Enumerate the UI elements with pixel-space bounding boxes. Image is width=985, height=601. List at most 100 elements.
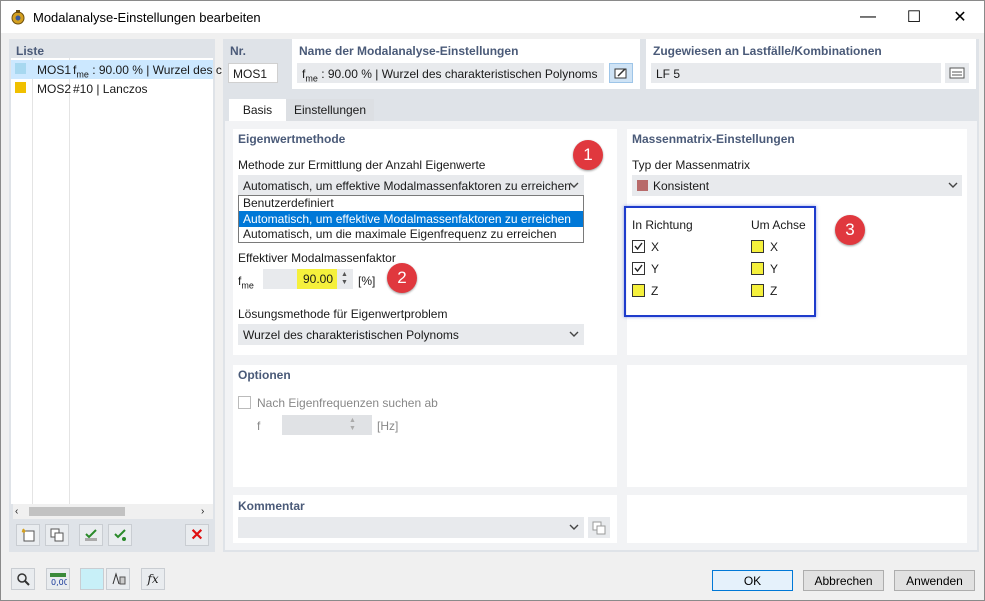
method-dropdown[interactable]: Automatisch, um effektive Modalmassenfak…	[238, 175, 584, 196]
dir-z-checkbox[interactable]	[632, 284, 645, 297]
delete-icon[interactable]: ✕	[185, 524, 209, 546]
color-icon[interactable]	[80, 568, 104, 590]
mass-type-dropdown[interactable]: Konsistent	[632, 175, 962, 196]
name-label: Name der Modalanalyse-Einstellungen	[299, 44, 519, 58]
callout-badge-3: 3	[835, 215, 865, 245]
axis-y-checkbox[interactable]	[751, 262, 764, 275]
chevron-down-icon	[948, 179, 958, 193]
nr-field: MOS1	[228, 63, 278, 83]
eigen-title: Eigenwertmethode	[238, 132, 346, 146]
factor-unit: [%]	[358, 274, 376, 288]
scroll-left-icon[interactable]: ‹	[15, 506, 18, 517]
search-freq-label: Nach Eigenfrequenzen suchen ab	[257, 396, 438, 410]
horizontal-scrollbar[interactable]: ‹ ›	[13, 504, 213, 519]
mass-type-value: Konsistent	[653, 179, 710, 193]
axis-z-checkbox[interactable]	[751, 284, 764, 297]
nr-value: MOS1	[233, 67, 268, 81]
name-value: fme : 90.00 % | Wurzel des charakteristi…	[302, 67, 598, 84]
cancel-button[interactable]: Abbrechen	[803, 570, 884, 591]
mass-type-swatch	[637, 180, 648, 191]
check-selected-icon[interactable]	[108, 524, 132, 546]
tab-basis[interactable]: Basis	[229, 99, 286, 121]
list-box	[11, 58, 213, 504]
list-header: Liste	[16, 44, 45, 58]
chevron-down-icon	[569, 521, 579, 535]
apply-button[interactable]: Anwenden	[894, 570, 975, 591]
close-button[interactable]: ✕	[937, 1, 983, 33]
option-modalmassen[interactable]: Automatisch, um effektive Modalmassenfak…	[239, 211, 583, 227]
number-format-icon[interactable]: 0,00	[46, 568, 70, 590]
axis-z-label: Z	[770, 284, 778, 298]
solution-label: Lösungsmethode für Eigenwertproblem	[238, 307, 448, 321]
minimize-button[interactable]: —	[845, 1, 891, 33]
f-label: f	[257, 419, 261, 433]
list-item-desc: fme : 90.00 % | Wurzel des c	[73, 63, 222, 80]
method-options-list: Benutzerdefiniert Automatisch, um effekt…	[238, 195, 584, 243]
method-label: Methode zur Ermittlung der Anzahl Eigenw…	[238, 158, 486, 172]
option-benutzerdefiniert[interactable]: Benutzerdefiniert	[239, 196, 583, 211]
copy-item-icon[interactable]	[45, 524, 69, 546]
f-unit: [Hz]	[377, 419, 399, 433]
dir-x-checkbox[interactable]	[632, 240, 645, 253]
units-icon[interactable]	[106, 568, 130, 590]
solution-value: Wurzel des charakteristischen Polynoms	[243, 328, 459, 342]
comment-title: Kommentar	[238, 499, 305, 513]
callout-badge-1: 1	[573, 140, 603, 170]
method-value: Automatisch, um effektive Modalmassenfak…	[243, 179, 571, 193]
ok-button[interactable]: OK	[712, 570, 793, 591]
options-title: Optionen	[238, 368, 291, 382]
check-all-icon[interactable]	[79, 524, 103, 546]
new-item-icon[interactable]	[16, 524, 40, 546]
mass-title: Massenmatrix-Einstellungen	[632, 132, 795, 146]
assigned-field[interactable]: LF 5	[651, 63, 941, 83]
search-freq-checkbox[interactable]	[238, 396, 251, 409]
factor-value: 90.00	[297, 269, 337, 289]
dir-x-label: X	[651, 240, 660, 254]
maximize-button[interactable]: ☐	[891, 1, 937, 33]
list-item[interactable]: MOS2 #10 | Lanczos	[11, 79, 213, 98]
axis-x-label: X	[770, 240, 779, 254]
name-field[interactable]: fme : 90.00 % | Wurzel des charakteristi…	[297, 63, 604, 83]
factor-label: Effektiver Modalmassenfaktor	[238, 251, 396, 265]
list-item-id: MOS1	[37, 63, 72, 77]
axis-header: Um Achse	[751, 218, 806, 232]
axis-x-checkbox[interactable]	[751, 240, 764, 253]
f-input: ▲ ▼	[282, 415, 372, 435]
search-icon[interactable]	[11, 568, 35, 590]
svg-text:0,00: 0,00	[51, 578, 67, 586]
formula-icon[interactable]: fx	[141, 568, 165, 590]
mass-type-label: Typ der Massenmatrix	[632, 158, 751, 172]
dialog-window: Modalanalyse-Einstellungen bearbeiten — …	[0, 0, 985, 601]
nr-label: Nr.	[230, 44, 247, 58]
scroll-thumb[interactable]	[29, 507, 125, 516]
dir-y-label: Y	[651, 262, 660, 276]
axis-y-label: Y	[770, 262, 779, 276]
factor-symbol: fme	[238, 274, 254, 291]
dir-header: In Richtung	[632, 218, 693, 232]
dir-z-label: Z	[651, 284, 659, 298]
app-icon	[10, 9, 26, 25]
tab-einstellungen[interactable]: Einstellungen	[286, 99, 374, 121]
dir-y-checkbox[interactable]	[632, 262, 645, 275]
copy-comment-icon[interactable]	[588, 517, 610, 538]
title-bar: Modalanalyse-Einstellungen bearbeiten — …	[1, 1, 984, 33]
option-eigenfrequenz[interactable]: Automatisch, um die maximale Eigenfreque…	[239, 227, 583, 242]
callout-badge-2: 2	[387, 263, 417, 293]
options-right-section	[627, 365, 967, 487]
select-loadcase-icon[interactable]	[945, 63, 969, 83]
assigned-label: Zugewiesen an Lastfälle/Kombinationen	[653, 44, 882, 58]
scroll-right-icon[interactable]: ›	[201, 506, 204, 517]
comment-dropdown[interactable]	[238, 517, 584, 538]
list-item-id: MOS2	[37, 82, 72, 96]
assigned-value: LF 5	[656, 67, 681, 81]
solution-dropdown[interactable]: Wurzel des charakteristischen Polynoms	[238, 324, 584, 345]
edit-name-icon[interactable]	[609, 63, 633, 83]
comment-right-section	[627, 495, 967, 543]
spinner-icon[interactable]: ▲ ▼	[341, 271, 348, 287]
color-swatch	[15, 82, 26, 93]
list-item[interactable]: MOS1 fme : 90.00 % | Wurzel des c	[11, 60, 222, 79]
factor-input[interactable]: 90.00 ▲ ▼	[263, 269, 353, 289]
color-swatch	[15, 63, 26, 74]
spinner-icon: ▲ ▼	[349, 417, 356, 432]
list-item-desc: #10 | Lanczos	[73, 82, 148, 96]
